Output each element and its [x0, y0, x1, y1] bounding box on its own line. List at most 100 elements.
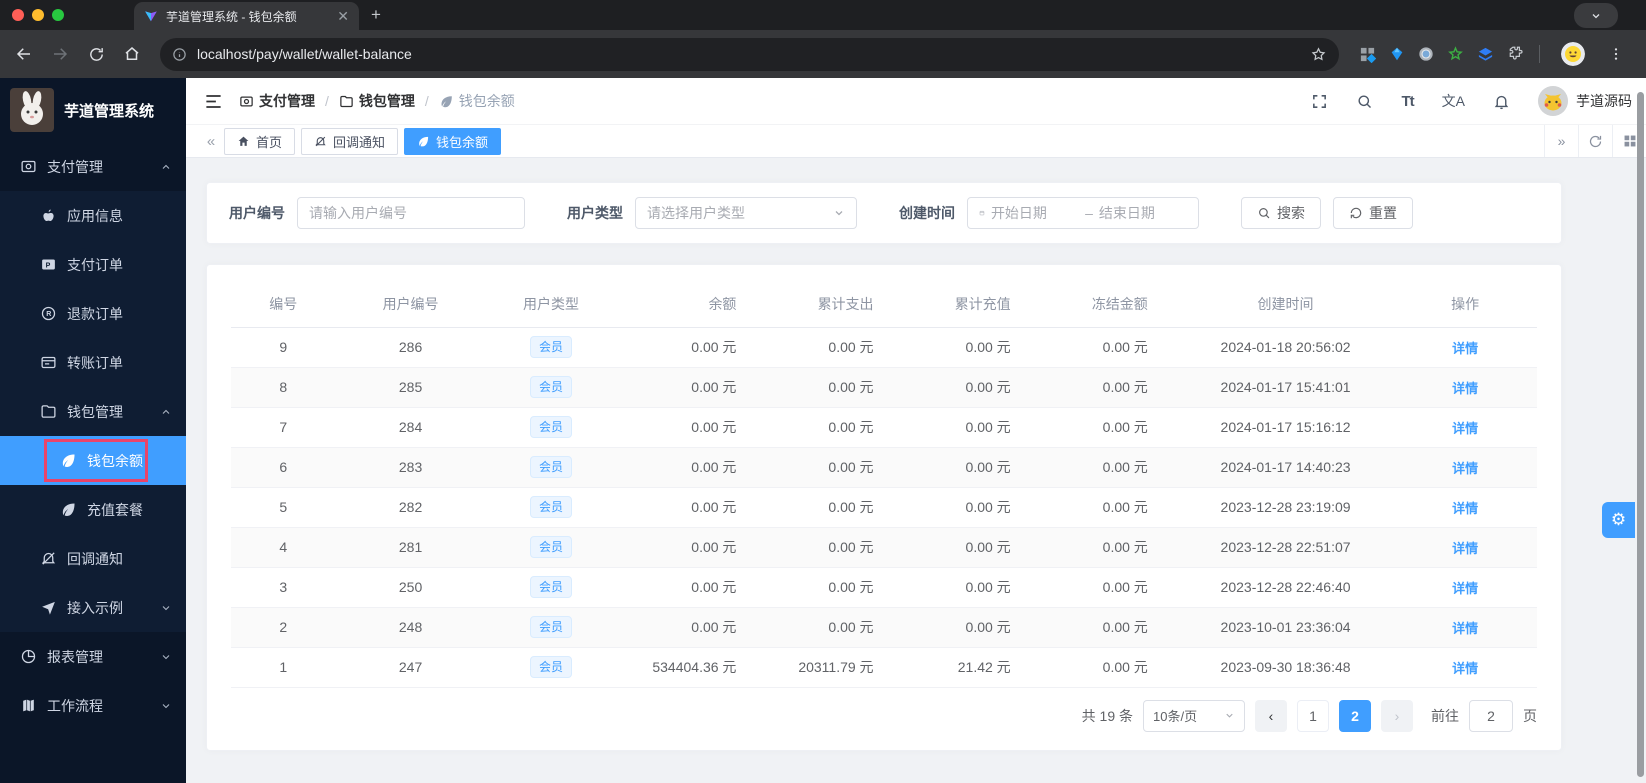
zoom-window-button[interactable]	[52, 9, 64, 21]
sidebar-item-transfer-order[interactable]: 转账订单	[0, 338, 186, 387]
app-logo-row[interactable]: 芋道管理系统	[0, 78, 186, 142]
sidebar-item-access-example[interactable]: 接入示例	[0, 583, 186, 632]
detail-link[interactable]: 详情	[1452, 661, 1478, 676]
detail-link[interactable]: 详情	[1452, 341, 1478, 356]
sidebar-item-wallet-management[interactable]: 钱包管理	[0, 387, 186, 436]
user-type-select[interactable]: 请选择用户类型	[635, 197, 857, 229]
site-info-icon[interactable]	[172, 47, 187, 62]
cell-id: 1	[231, 647, 336, 688]
browser-profile-avatar[interactable]	[1561, 42, 1585, 66]
search-button[interactable]: 搜索	[1241, 197, 1321, 229]
detail-link[interactable]: 详情	[1452, 421, 1478, 436]
detail-link[interactable]: 详情	[1452, 501, 1478, 516]
sidebar-item-refund-order[interactable]: R 退款订单	[0, 289, 186, 338]
table-row: 9 286 会员 0.00 元 0.00 元 0.00 元 0.00 元 2024-01-18…	[231, 327, 1537, 368]
detail-link[interactable]: 详情	[1452, 381, 1478, 396]
minimize-window-button[interactable]	[32, 9, 44, 21]
table-row: 3 250 会员 0.00 元 0.00 元 0.00 元 0.00 元 2023-12-28…	[231, 567, 1537, 608]
sidebar-item-app-info[interactable]: 应用信息	[0, 191, 186, 240]
forward-icon[interactable]	[44, 38, 76, 70]
detail-link[interactable]: 详情	[1452, 461, 1478, 476]
pinia-star-icon[interactable]	[1447, 45, 1464, 63]
cell-balance: 534404.36 元	[616, 647, 767, 688]
sidebar-item-pay-management[interactable]: 支付管理	[0, 142, 186, 191]
page-size-select[interactable]: 10条/页	[1143, 699, 1245, 732]
extension-circle-icon[interactable]	[1418, 46, 1434, 62]
next-page-button[interactable]: ›	[1381, 699, 1413, 732]
url-bar[interactable]: localhost/pay/wallet/wallet-balance	[160, 37, 1339, 71]
user-menu[interactable]: 芋道源码	[1538, 86, 1632, 116]
sidebar-item-recharge-package[interactable]: 充值套餐	[0, 485, 186, 534]
cell-id: 5	[231, 487, 336, 528]
reset-button[interactable]: 重置	[1333, 197, 1413, 229]
date-start-input[interactable]	[990, 205, 1080, 221]
cell-balance: 0.00 元	[616, 527, 767, 568]
back-icon[interactable]	[8, 38, 40, 70]
browser-toolbar: localhost/pay/wallet/wallet-balance	[0, 30, 1646, 78]
refresh-icon[interactable]	[1578, 125, 1612, 157]
breadcrumb-wallet-management[interactable]: 钱包管理	[339, 91, 415, 111]
bookmark-star-icon[interactable]	[1310, 46, 1327, 63]
fullscreen-icon[interactable]	[1311, 93, 1328, 110]
sidebar-item-callback-notify[interactable]: 回调通知	[0, 534, 186, 583]
window-scrollbar[interactable]	[1637, 92, 1644, 777]
sidebar-item-label: 钱包余额	[87, 452, 143, 469]
tab-close-icon[interactable]: ✕	[337, 9, 349, 23]
detail-link[interactable]: 详情	[1452, 581, 1478, 596]
search-icon[interactable]	[1356, 93, 1373, 110]
cell-expense: 0.00 元	[766, 327, 904, 368]
view-tab-wallet-balance[interactable]: 钱包余额	[404, 127, 502, 155]
view-tab-callback-notify[interactable]: 回调通知	[301, 127, 399, 155]
sidebar-item-pay-order[interactable]: P 支付订单	[0, 240, 186, 289]
font-size-icon[interactable]: Tt	[1401, 93, 1414, 110]
cell-user_no: 281	[335, 527, 486, 568]
page-button-1[interactable]: 1	[1297, 699, 1329, 732]
date-end-input[interactable]	[1098, 205, 1188, 221]
create-time-range-picker[interactable]: –	[967, 197, 1199, 229]
url-text[interactable]: localhost/pay/wallet/wallet-balance	[197, 46, 1300, 62]
table-card: 编号 用户编号 用户类型 余额 累计支出 累计充值 冻结金额 创建时间 操作 9…	[206, 264, 1562, 751]
browser-menu-icon[interactable]	[1604, 46, 1628, 62]
home-icon[interactable]	[116, 38, 148, 70]
cell-balance: 0.00 元	[616, 367, 767, 408]
goto-page-input[interactable]	[1469, 699, 1513, 732]
collapse-menu-icon[interactable]	[204, 92, 223, 111]
wallet-folder-icon	[40, 403, 57, 420]
bank-card-icon	[40, 354, 57, 371]
vue-devtools-icon[interactable]	[1389, 46, 1405, 62]
sidebar-item-report-management[interactable]: 报表管理	[0, 632, 186, 681]
cell-id: 4	[231, 527, 336, 568]
sidebar-item-wallet-balance[interactable]: 钱包余额	[0, 436, 186, 485]
tab-overflow-button[interactable]	[1574, 3, 1618, 28]
sidebar-item-label: 接入示例	[67, 599, 123, 616]
breadcrumb-pay-management[interactable]: 支付管理	[239, 91, 315, 111]
user-type-tag: 会员	[529, 616, 572, 638]
view-tab-home[interactable]: 首页	[224, 127, 296, 155]
cell-created: 2023-12-28 22:46:40	[1177, 567, 1394, 608]
extension-grid-icon[interactable]	[1359, 46, 1376, 63]
notification-bell-icon[interactable]	[1493, 93, 1510, 110]
layers-extension-icon[interactable]	[1477, 46, 1494, 63]
detail-link[interactable]: 详情	[1452, 621, 1478, 636]
user-no-input[interactable]	[309, 205, 513, 221]
detail-link[interactable]: 详情	[1452, 541, 1478, 556]
user-no-field[interactable]	[297, 197, 525, 229]
cell-frozen: 0.00 元	[1040, 407, 1178, 448]
tabs-scroll-left-icon[interactable]: «	[198, 133, 224, 150]
settings-fab[interactable]: ⚙	[1602, 502, 1635, 538]
reload-icon[interactable]	[80, 38, 112, 70]
close-window-button[interactable]	[12, 9, 24, 21]
extensions-puzzle-icon[interactable]	[1507, 46, 1524, 63]
table-row: 5 282 会员 0.00 元 0.00 元 0.00 元 0.00 元 2023-12-28…	[231, 487, 1537, 528]
page-button-2[interactable]: 2	[1339, 699, 1371, 732]
cell-expense: 0.00 元	[766, 487, 904, 528]
pagination-total: 共 19 条	[1081, 707, 1133, 724]
new-tab-button[interactable]: +	[371, 5, 381, 25]
prev-page-button[interactable]: ‹	[1255, 699, 1287, 732]
sidebar-item-workflow[interactable]: 工作流程	[0, 681, 186, 730]
browser-tab[interactable]: 芋道管理系统 - 钱包余额 ✕	[134, 2, 359, 30]
language-icon[interactable]: 文A	[1442, 91, 1465, 111]
user-type-placeholder: 请选择用户类型	[647, 205, 745, 221]
table-row: 6 283 会员 0.00 元 0.00 元 0.00 元 0.00 元 2024-01-17…	[231, 447, 1537, 488]
tabs-scroll-right-icon[interactable]: »	[1544, 125, 1578, 157]
